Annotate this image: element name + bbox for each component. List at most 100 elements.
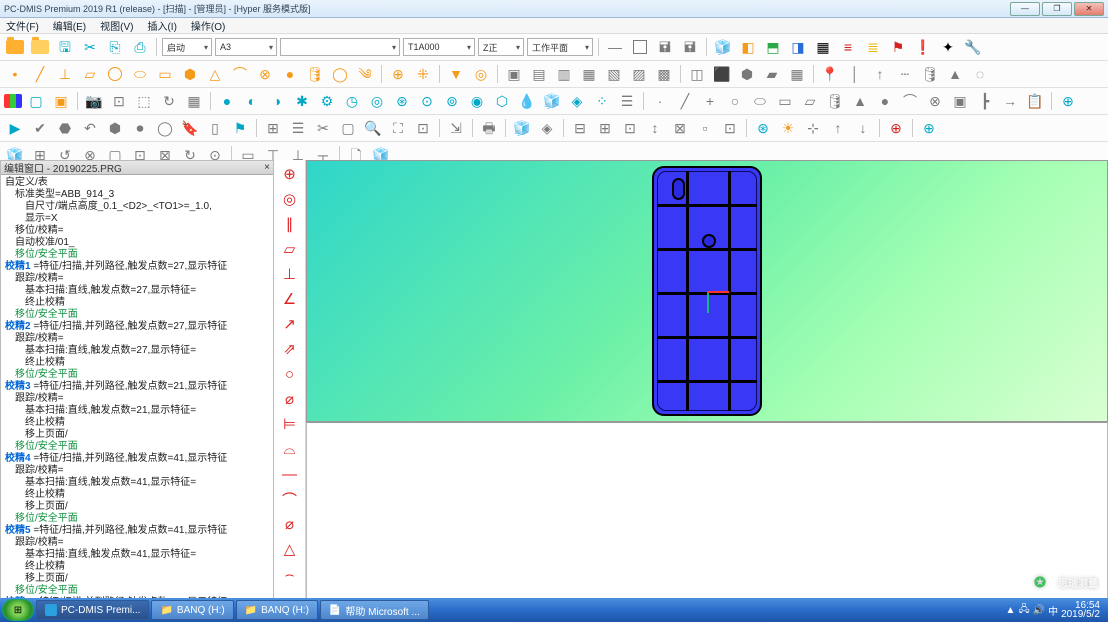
- cube6-icon[interactable]: ▨: [628, 64, 650, 84]
- ball2-icon[interactable]: ◐: [241, 91, 263, 111]
- task-banq-2[interactable]: 📁BANQ (H:): [236, 600, 318, 620]
- grid3-icon[interactable]: ⊞: [262, 118, 284, 138]
- zoom-icon[interactable]: 🔍: [362, 118, 384, 138]
- cube8-icon[interactable]: 🧊: [541, 91, 563, 111]
- sq1-icon[interactable]: ▢: [25, 91, 47, 111]
- gdt-position-icon[interactable]: ⊕: [279, 163, 301, 185]
- line-tool-icon[interactable]: —: [604, 37, 626, 57]
- rgb-icon[interactable]: [4, 94, 22, 108]
- copy-icon[interactable]: ⎘: [104, 37, 126, 57]
- doc-icon[interactable]: ☰: [616, 91, 638, 111]
- tia-combo[interactable]: T1A000: [403, 38, 475, 56]
- zoomf-icon[interactable]: ⛶: [387, 118, 409, 138]
- wheel2-icon[interactable]: ⊛: [752, 118, 774, 138]
- system-tray[interactable]: ▲ 🖧 🔊 中 16:542019/5/2: [1000, 601, 1106, 619]
- edit-window-close-icon[interactable]: ×: [264, 162, 270, 173]
- tray-vol-icon[interactable]: 🔊: [1033, 605, 1045, 616]
- m4-icon[interactable]: ↕: [644, 118, 666, 138]
- ball1-icon[interactable]: ●: [216, 91, 238, 111]
- save-icon[interactable]: 🖫: [54, 37, 76, 57]
- dash-icon[interactable]: ┄: [894, 64, 916, 84]
- box-icon[interactable]: ◫: [686, 64, 708, 84]
- m5-icon[interactable]: ⊠: [669, 118, 691, 138]
- win-icon[interactable]: ▢: [337, 118, 359, 138]
- surf-icon[interactable]: ▰: [761, 64, 783, 84]
- ball5-icon[interactable]: ⊙: [416, 91, 438, 111]
- gdt-par-icon[interactable]: ∥: [279, 213, 301, 235]
- printer-icon[interactable]: 🖶: [478, 118, 500, 138]
- grid-icon[interactable]: ▦: [812, 37, 834, 57]
- gdt-str-icon[interactable]: ⌒: [279, 488, 301, 510]
- hex-icon[interactable]: ⬡: [491, 91, 513, 111]
- bookmark-icon[interactable]: 🔖: [179, 118, 201, 138]
- drop-icon[interactable]: 💧: [516, 91, 538, 111]
- cube-top-icon[interactable]: ⬒: [762, 37, 784, 57]
- ax3-icon[interactable]: ↓: [852, 118, 874, 138]
- funnel-icon[interactable]: ▼: [445, 64, 467, 84]
- close-button[interactable]: ✕: [1074, 2, 1104, 16]
- page-icon[interactable]: ▯: [204, 118, 226, 138]
- ring-icon[interactable]: ◌: [969, 64, 991, 84]
- gdt-circ-icon[interactable]: ○: [279, 363, 301, 385]
- solid-icon[interactable]: ⬛: [711, 64, 733, 84]
- 3d-viewport[interactable]: [306, 160, 1108, 422]
- wheel-icon[interactable]: ✱: [291, 91, 313, 111]
- bx2-icon[interactable]: ▣: [949, 91, 971, 111]
- cylinder-icon[interactable]: ⬢: [179, 64, 201, 84]
- saveas-icon[interactable]: 🖬: [679, 37, 701, 57]
- cube-side-icon[interactable]: ◨: [787, 37, 809, 57]
- pt-icon[interactable]: ·: [649, 91, 671, 111]
- save-disk-icon[interactable]: 🖬: [654, 37, 676, 57]
- task-word[interactable]: 📄帮助 Microsoft ...: [320, 600, 429, 620]
- camera-icon[interactable]: 📷: [83, 91, 105, 111]
- gear-icon[interactable]: ⚙: [316, 91, 338, 111]
- torus-icon[interactable]: ⊗: [254, 64, 276, 84]
- ln-icon[interactable]: ╱: [674, 91, 696, 111]
- clock-icon[interactable]: ◷: [341, 91, 363, 111]
- menu-file[interactable]: 文件(F): [6, 18, 39, 33]
- gdt-flat-icon[interactable]: ▱: [279, 238, 301, 260]
- print-icon[interactable]: ⎙: [129, 37, 151, 57]
- cyl3-icon[interactable]: 🛢: [919, 64, 941, 84]
- workplane-combo[interactable]: 工作平面: [527, 38, 593, 56]
- pa-icon[interactable]: ┣: [974, 91, 996, 111]
- cube4-icon[interactable]: ▦: [578, 64, 600, 84]
- sphere-icon[interactable]: ●: [279, 64, 301, 84]
- rpt-icon[interactable]: 📋: [1024, 91, 1046, 111]
- co2-icon[interactable]: ▲: [849, 91, 871, 111]
- task-banq-1[interactable]: 📁BANQ (H:): [151, 600, 233, 620]
- el2-icon[interactable]: ⬭: [749, 91, 771, 111]
- pin-icon[interactable]: 📍: [819, 64, 841, 84]
- zoome-icon[interactable]: ⊡: [412, 118, 434, 138]
- gdt-ang-icon[interactable]: ∠: [279, 288, 301, 310]
- cube9-icon[interactable]: ◈: [566, 91, 588, 111]
- ax2-icon[interactable]: ↑: [827, 118, 849, 138]
- cube1-icon[interactable]: ▣: [503, 64, 525, 84]
- sp2-icon[interactable]: ●: [874, 91, 896, 111]
- task-pcdmis[interactable]: PC-DMIS Premi...: [36, 600, 149, 620]
- m1-icon[interactable]: ⊟: [569, 118, 591, 138]
- ellipse-icon[interactable]: ⬭: [129, 64, 151, 84]
- gdt-cyl-icon[interactable]: ⌀: [279, 388, 301, 410]
- menu-edit[interactable]: 编辑(E): [53, 18, 86, 33]
- mesh-icon[interactable]: ▦: [786, 64, 808, 84]
- edit-window-body[interactable]: 自定义/表标准类型=ABB_914_3自尺寸/端点高度_0.1_<D2>_<TO…: [1, 175, 273, 601]
- gdt-prof-icon[interactable]: ⌓: [279, 438, 301, 460]
- tg3-icon[interactable]: ⊕: [1057, 91, 1079, 111]
- flag2-icon[interactable]: ⚑: [229, 118, 251, 138]
- tray-icon[interactable]: ▲: [1006, 605, 1016, 616]
- oct-icon[interactable]: ⬢: [104, 118, 126, 138]
- ball4-icon[interactable]: ⊛: [391, 91, 413, 111]
- sun-icon[interactable]: ☀: [777, 118, 799, 138]
- cube-front-icon[interactable]: ◧: [737, 37, 759, 57]
- gdt-total-icon[interactable]: ⇗: [279, 338, 301, 360]
- a3-combo[interactable]: A3: [215, 38, 277, 56]
- undo-icon[interactable]: ↶: [79, 118, 101, 138]
- target-icon[interactable]: ◎: [470, 64, 492, 84]
- start-button[interactable]: ⊞: [2, 599, 34, 621]
- arc-icon[interactable]: ⌒: [229, 64, 251, 84]
- up-icon[interactable]: ↑: [869, 64, 891, 84]
- circle-icon[interactable]: [104, 64, 126, 84]
- cone2-icon[interactable]: ▲: [944, 64, 966, 84]
- ci2-icon[interactable]: ○: [724, 91, 746, 111]
